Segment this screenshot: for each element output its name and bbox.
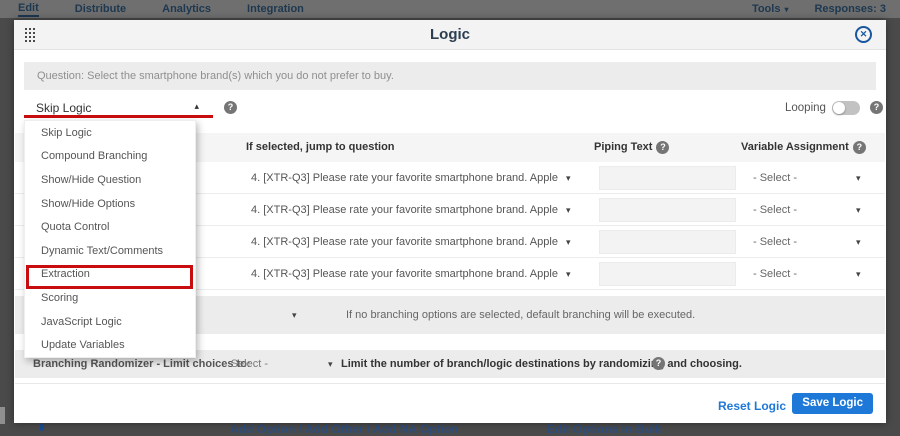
jump-question-value[interactable]: 4. [XTR-Q3] Please rate your favorite sm… [251,226,558,258]
reset-logic-button[interactable]: Reset Logic [718,399,786,413]
menu-item-show-hide-question[interactable]: Show/Hide Question [25,168,195,192]
chevron-down-icon[interactable]: ▾ [856,258,861,290]
chevron-down-icon[interactable]: ▾ [292,296,297,334]
menu-item-dynamic-text-comments[interactable]: Dynamic Text/Comments [25,239,195,263]
variable-select[interactable]: - Select - [753,194,797,226]
jump-question-value[interactable]: 4. [XTR-Q3] Please rate your favorite sm… [251,162,558,194]
variable-select[interactable]: - Select - [753,258,797,290]
help-icon[interactable]: ? [853,141,866,154]
add-option-links[interactable]: Add Option / Add Other / Add NA Option [230,422,459,436]
menu-item-javascript-logic[interactable]: JavaScript Logic [25,310,195,334]
help-icon[interactable]: ? [656,141,669,154]
column-variable-assignment-label: Variable Assignment [741,133,849,162]
piping-text-input[interactable] [599,230,736,254]
tab-integration[interactable]: Integration [247,3,304,15]
toggle-knob [833,102,845,114]
responses-count[interactable]: Responses: 3 [814,3,886,15]
background-page-edge [0,407,5,424]
chevron-down-icon[interactable]: ▾ [328,350,333,378]
question-label: Question: Select the smartphone brand(s)… [24,62,876,90]
piping-text-input[interactable] [599,166,736,190]
chevron-down-icon[interactable]: ▾ [566,226,571,258]
chevron-down-icon[interactable]: ▾ [566,194,571,226]
edit-options-bulk-link[interactable]: Edit Options in Bulk [547,422,662,436]
close-icon[interactable]: ✕ [855,26,872,43]
chevron-down-icon[interactable]: ▾ [856,162,861,194]
logic-type-value: Skip Logic [36,101,91,115]
variable-select[interactable]: - Select - [753,162,797,194]
chevron-down-icon: ▾ [784,5,788,14]
logic-type-select[interactable]: Skip Logic ▴ [24,98,213,118]
chevron-down-icon[interactable]: ▾ [566,162,571,194]
looping-label: Looping [785,102,826,114]
help-icon[interactable]: ? [224,101,237,114]
jump-question-value[interactable]: 4. [XTR-Q3] Please rate your favorite sm… [251,194,558,226]
jump-question-value[interactable]: 4. [XTR-Q3] Please rate your favorite sm… [251,258,558,290]
chevron-up-icon: ▴ [194,101,199,112]
help-icon[interactable]: ? [870,101,883,114]
menu-item-compound-branching[interactable]: Compound Branching [25,145,195,169]
randomizer-select[interactable]: - Select - [224,350,268,378]
column-variable-assignment: Variable Assignment ? [741,133,866,162]
tab-distribute[interactable]: Distribute [75,3,126,15]
tools-label: Tools [752,3,781,15]
looping-toggle[interactable] [832,101,860,115]
menu-item-update-variables[interactable]: Update Variables [25,333,195,357]
column-jump-to-question: If selected, jump to question [246,133,395,162]
menu-item-show-hide-options[interactable]: Show/Hide Options [25,192,195,216]
help-icon[interactable]: ? [652,357,665,370]
piping-text-input[interactable] [599,198,736,222]
menu-item-skip-logic[interactable]: Skip Logic [25,121,195,145]
tab-analytics[interactable]: Analytics [162,3,211,15]
chevron-down-icon[interactable]: ▾ [856,194,861,226]
column-piping-text-label: Piping Text [594,133,652,162]
save-logic-button[interactable]: Save Logic [792,393,873,414]
chevron-down-icon[interactable]: ▾ [566,258,571,290]
logic-modal: Logic ✕ Question: Select the smartphone … [14,20,886,423]
logic-type-dropdown-menu: Skip Logic Compound Branching Show/Hide … [24,120,196,358]
menu-item-scoring[interactable]: Scoring [25,286,195,310]
variable-select[interactable]: - Select - [753,226,797,258]
menu-item-quota-control[interactable]: Quota Control [25,215,195,239]
column-piping-text: Piping Text ? [594,133,669,162]
modal-header: Logic ✕ [14,20,886,50]
default-branching-note: If no branching options are selected, de… [346,296,695,334]
app-top-bar: Edit Distribute Analytics Integration To… [0,0,900,18]
tools-menu[interactable]: Tools ▾ [752,3,789,15]
menu-item-extraction[interactable]: Extraction [25,263,195,287]
tab-edit[interactable]: Edit [18,2,39,17]
background-cursor-bar [40,424,44,431]
footer-divider [15,383,885,384]
modal-title: Logic [14,20,886,50]
randomizer-note: Limit the number of branch/logic destina… [341,350,742,378]
chevron-down-icon[interactable]: ▾ [856,226,861,258]
piping-text-input[interactable] [599,262,736,286]
